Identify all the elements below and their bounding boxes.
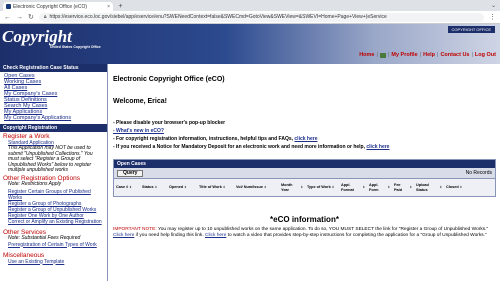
eco-information-title: *eCO information* — [270, 215, 339, 224]
registration-info-link[interactable]: click here — [294, 136, 317, 142]
new-tab-button[interactable]: + — [116, 2, 125, 11]
nav-contact-us[interactable]: Contact Us — [440, 52, 469, 58]
column-appl-form[interactable]: Appl. Form ⇕ — [367, 183, 392, 192]
nav-log-out[interactable]: Log Out — [475, 52, 496, 58]
nav-home[interactable]: Home — [359, 52, 374, 58]
tab-title: Electronic Copyright Office (eCO) — [13, 3, 88, 10]
menu-icon[interactable]: ⋮ — [489, 13, 496, 21]
nav-separator: | — [471, 52, 473, 58]
reload-icon[interactable]: ↻ — [28, 13, 34, 21]
sidebar: Check Registration Case Status Open Case… — [0, 64, 108, 281]
nav-my-profile[interactable]: My Profile — [391, 52, 417, 58]
open-cases-panel: Open Cases Query No Records Case # ⇕ Stat… — [113, 159, 496, 197]
column-month-year[interactable]: Month Year ⇕ — [279, 183, 305, 192]
mandatory-deposit-notice: - If you received a Notice for Mandatory… — [113, 144, 390, 150]
back-icon[interactable]: ← — [4, 14, 11, 21]
close-tab-icon[interactable]: × — [107, 4, 110, 10]
status-links: Open Cases Working Cases All Cases My Co… — [0, 72, 107, 124]
help-finding-link[interactable]: Click here — [113, 233, 134, 238]
link-existing-template[interactable]: Use an Existing Template — [8, 259, 104, 265]
nav-separator: | — [419, 52, 422, 58]
column-closed[interactable]: Closed ⇕ — [444, 185, 468, 190]
nav-separator: | — [387, 52, 390, 58]
open-cases-title: Open Cases — [114, 160, 495, 168]
whats-new-link[interactable]: - What's new in eCO? — [113, 128, 164, 134]
top-nav: Home | | My Profile | Help | Contact Us … — [359, 52, 496, 58]
other-options-note: Note: Restrictions Apply — [8, 180, 62, 187]
notice-list: - Please disable your browser's pop-up b… — [113, 119, 496, 151]
forward-icon[interactable]: → — [16, 14, 23, 21]
browser-tab[interactable]: Electronic Copyright Office (eCO) × — [3, 2, 113, 11]
column-upload-status[interactable]: Upload Status ⇕ — [414, 183, 444, 192]
url-field[interactable]: 🔒︎ https://eservice.eco.loc.gov/siebel/a… — [38, 12, 484, 22]
url-text: https://eservice.eco.loc.gov/siebel/app/… — [49, 14, 387, 20]
address-bar-row: ← → ↻ 🔒︎ https://eservice.eco.loc.gov/si… — [0, 11, 500, 24]
video-link[interactable]: Click here — [205, 233, 226, 238]
column-fee-paid[interactable]: Fee Paid ⇕ — [392, 183, 414, 192]
nav-separator: | — [376, 52, 378, 58]
site-header: Copyright United States Copyright Office… — [0, 24, 500, 64]
header-badge: COPYRIGHT OFFICE — [447, 26, 495, 33]
column-appl-format[interactable]: Appl. Format ⇕ — [339, 183, 367, 192]
column-type-of-work[interactable]: Type of Work ⇕ — [305, 185, 339, 190]
record-count: No Records — [465, 170, 492, 176]
eco-information-text: IMPORTANT NOTE: You may register up to 1… — [113, 227, 489, 238]
link-company-applications[interactable]: My Company's Applications — [4, 115, 104, 121]
registration-info-notice: - For copyright registration information… — [113, 136, 318, 142]
column-opened[interactable]: Opened ⇕ — [167, 185, 197, 190]
cart-icon[interactable] — [379, 52, 386, 58]
nav-help[interactable]: Help — [423, 52, 435, 58]
link-group-published[interactable]: Register Certain Groups of Published Wor… — [8, 189, 104, 201]
open-cases-toolbar: Query No Records — [114, 168, 495, 178]
link-preregistration[interactable]: Preregistration of Certain Types of Work — [8, 242, 104, 248]
register-work-title: Register a Work — [3, 133, 50, 140]
standard-app-note: This Application may NOT be used to subm… — [8, 145, 93, 173]
page-title: Electronic Copyright Office (eCO) — [113, 76, 225, 83]
query-button[interactable]: Query — [117, 169, 144, 177]
column-title-of-work[interactable]: Title of Work ⇕ — [197, 185, 234, 190]
main-content: Electronic Copyright Office (eCO) Welcom… — [108, 64, 500, 281]
favicon-icon — [6, 4, 11, 9]
column-status[interactable]: Status ⇕ — [140, 185, 167, 190]
welcome-message: Welcome, Erica! — [113, 98, 167, 105]
status-section-title: Check Registration Case Status — [0, 64, 107, 72]
column-case-number[interactable]: Case # ⇕ — [114, 185, 140, 190]
tab-search-icon[interactable]: ⌄ — [491, 2, 496, 9]
nav-separator: | — [437, 52, 439, 58]
browser-tabstrip: Electronic Copyright Office (eCO) × + ⌄ — [0, 0, 500, 11]
table-header: Case # ⇕ Status ⇕ Opened ⇕ Title of Work ⇕ V… — [114, 178, 495, 196]
link-correct-amplify[interactable]: Correct or Amplify an Existing Registrat… — [8, 219, 104, 225]
logo-subtitle: United States Copyright Office — [50, 45, 101, 49]
lock-icon: 🔒︎ — [43, 14, 47, 20]
miscellaneous-title: Miscellaneous — [3, 251, 45, 259]
copyright-logo[interactable]: Copyright — [2, 27, 72, 47]
popup-blocker-notice: - Please disable your browser's pop-up b… — [113, 120, 226, 126]
column-vol-num-issue[interactable]: Vol/ Num/Issue ⇕ — [234, 185, 279, 190]
mandatory-deposit-link[interactable]: click here — [366, 144, 389, 150]
registration-section-title: Copyright Registration — [0, 124, 107, 132]
